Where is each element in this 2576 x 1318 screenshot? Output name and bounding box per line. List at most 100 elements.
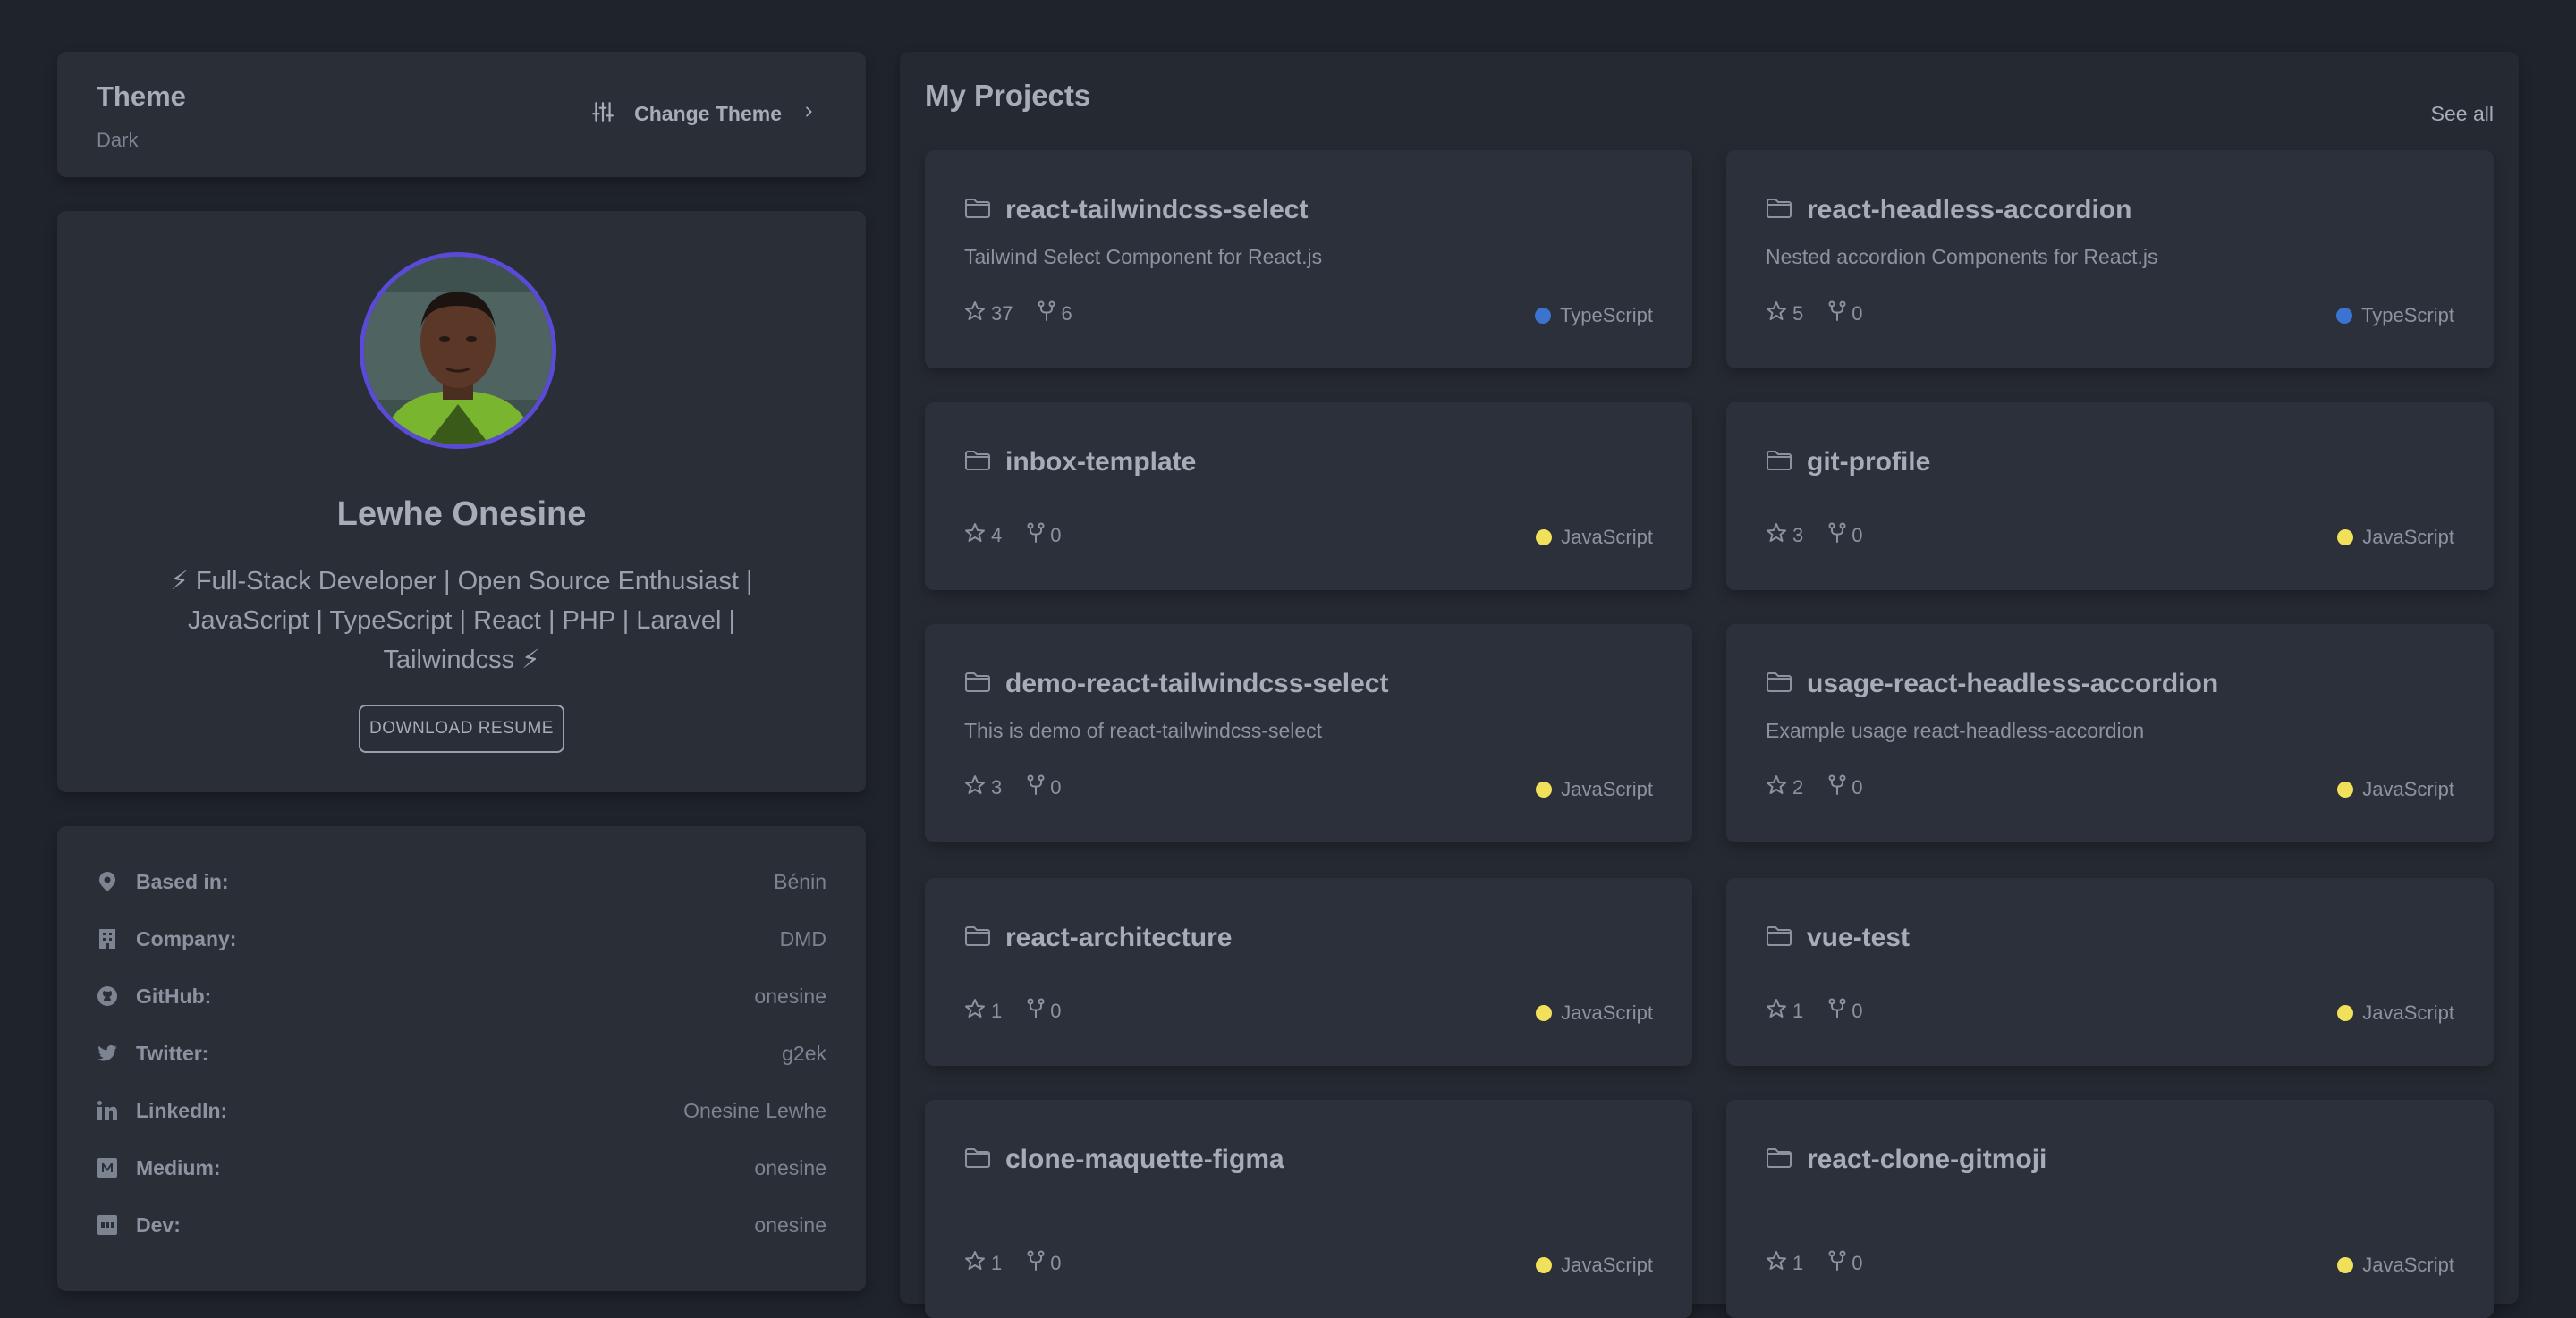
forks-count: 0 bbox=[1027, 774, 1062, 801]
medium-link[interactable]: onesine bbox=[754, 1156, 826, 1180]
project-name: vue-test bbox=[1807, 923, 1911, 952]
star-icon bbox=[964, 774, 986, 801]
language-dot bbox=[2337, 1005, 2354, 1021]
project-card[interactable]: usage-react-headless-accordion Example us… bbox=[1726, 624, 2494, 842]
project-name-row: inbox-template bbox=[964, 447, 1196, 477]
language-label: JavaScript bbox=[2362, 526, 2454, 548]
project-language: JavaScript bbox=[1536, 526, 1653, 549]
change-theme-button[interactable]: Change Theme bbox=[591, 100, 816, 128]
detail-row-location: Based in: Bénin bbox=[97, 864, 826, 900]
star-icon bbox=[1766, 522, 1787, 549]
project-name-row: react-clone-gitmoji bbox=[1766, 1145, 2046, 1175]
project-stats: 30 bbox=[964, 774, 1080, 801]
forks-value: 0 bbox=[1050, 776, 1062, 798]
stars-value: 1 bbox=[991, 1000, 1003, 1022]
folder-icon bbox=[964, 450, 991, 476]
star-icon bbox=[1766, 774, 1787, 801]
profile-name: Lewhe Onesine bbox=[336, 495, 587, 533]
project-name-row: clone-maquette-figma bbox=[964, 1145, 1284, 1175]
project-card[interactable]: demo-react-tailwindcss-select This is dem… bbox=[925, 624, 1692, 842]
project-card[interactable]: react-architecture 1 0 JavaScript bbox=[925, 878, 1692, 1066]
theme-title: Theme bbox=[97, 80, 186, 112]
bio-line: JavaScript | TypeScript | React | PHP | … bbox=[187, 606, 736, 635]
project-card[interactable]: git-profile 3 0 JavaScript bbox=[1726, 402, 2494, 590]
language-label: JavaScript bbox=[1561, 1001, 1653, 1024]
project-name-row: usage-react-headless-accordion bbox=[1766, 669, 2218, 699]
project-name: react-clone-gitmoji bbox=[1807, 1145, 2047, 1174]
folder-icon bbox=[1766, 198, 1792, 224]
forks-value: 0 bbox=[1050, 1000, 1062, 1022]
project-stats: 50 bbox=[1766, 300, 1881, 327]
github-link[interactable]: onesine bbox=[754, 984, 826, 1009]
project-name-row: demo-react-tailwindcss-select bbox=[964, 669, 1388, 699]
dev-link[interactable]: onesine bbox=[754, 1213, 826, 1238]
project-stats: 20 bbox=[1766, 774, 1881, 801]
bio-line: ⚡ Full-Stack Developer | Open Source Ent… bbox=[170, 567, 753, 596]
theme-card: Theme Dark Change Theme bbox=[57, 52, 866, 177]
star-icon bbox=[964, 522, 986, 549]
projects-panel: My Projects See all react-tailwindcss-se… bbox=[900, 52, 2519, 1318]
fork-icon bbox=[1027, 1250, 1045, 1277]
profile-bio: ⚡ Full-Stack Developer | Open Source Ent… bbox=[165, 562, 758, 680]
folder-icon bbox=[964, 925, 991, 951]
star-icon bbox=[964, 1250, 986, 1277]
forks-count: 0 bbox=[1828, 522, 1863, 549]
fork-icon bbox=[1828, 774, 1846, 801]
medium-icon bbox=[97, 1157, 118, 1179]
star-icon bbox=[964, 300, 986, 327]
project-card[interactable]: vue-test 1 0 JavaScript bbox=[1726, 878, 2494, 1066]
project-card[interactable]: react-headless-accordion Nested accordion… bbox=[1726, 150, 2494, 368]
star-icon bbox=[1766, 998, 1787, 1025]
language-dot bbox=[1536, 1005, 1553, 1021]
project-card[interactable]: react-clone-gitmoji 1 0 JavaScript bbox=[1726, 1100, 2494, 1318]
detail-label: Based in: bbox=[136, 869, 229, 893]
project-language: TypeScript bbox=[2336, 304, 2454, 327]
dev-icon bbox=[97, 1214, 118, 1236]
fork-icon bbox=[1828, 998, 1846, 1025]
fork-icon bbox=[1828, 522, 1846, 549]
twitter-link[interactable]: g2ek bbox=[782, 1042, 826, 1066]
folder-icon bbox=[1766, 1147, 1792, 1173]
stars-value: 5 bbox=[1792, 302, 1804, 325]
detail-label: Dev: bbox=[136, 1212, 181, 1237]
forks-value: 0 bbox=[1050, 1252, 1062, 1274]
project-name: inbox-template bbox=[1005, 447, 1197, 477]
forks-count: 0 bbox=[1027, 1250, 1062, 1277]
see-all-link[interactable]: See all bbox=[2431, 102, 2494, 126]
language-label: JavaScript bbox=[2362, 1001, 2454, 1024]
stars-count: 1 bbox=[964, 1250, 1002, 1277]
detail-row-linkedin: LinkedIn: Onesine Lewhe bbox=[97, 1093, 826, 1128]
project-description: Tailwind Select Component for React.js bbox=[964, 245, 1323, 268]
profile-card: Lewhe Onesine ⚡ Full-Stack Developer | O… bbox=[57, 211, 866, 792]
project-card[interactable]: react-tailwindcss-select Tailwind Select … bbox=[925, 150, 1692, 368]
forks-count: 6 bbox=[1038, 300, 1072, 327]
stars-value: 3 bbox=[991, 776, 1003, 798]
forks-count: 0 bbox=[1828, 774, 1863, 801]
linkedin-link[interactable]: Onesine Lewhe bbox=[683, 1099, 826, 1123]
project-card[interactable]: inbox-template 4 0 JavaScript bbox=[925, 402, 1692, 590]
project-stats: 10 bbox=[964, 1250, 1080, 1277]
detail-label: Medium: bbox=[136, 1155, 221, 1179]
project-name-row: react-architecture bbox=[964, 923, 1232, 953]
language-label: JavaScript bbox=[1561, 778, 1653, 800]
stars-count: 5 bbox=[1766, 300, 1803, 327]
project-stats: 10 bbox=[1766, 1250, 1881, 1277]
folder-icon bbox=[964, 672, 991, 697]
project-name-row: git-profile bbox=[1766, 447, 1930, 477]
download-resume-button[interactable]: DOWNLOAD RESUME bbox=[359, 705, 564, 753]
fork-icon bbox=[1027, 998, 1045, 1025]
language-label: JavaScript bbox=[1561, 526, 1653, 548]
forks-value: 0 bbox=[1050, 524, 1062, 546]
location-pin-icon bbox=[97, 871, 118, 892]
project-name-row: vue-test bbox=[1766, 923, 1910, 953]
stars-value: 1 bbox=[991, 1252, 1003, 1274]
stars-count: 1 bbox=[1766, 1250, 1803, 1277]
details-card: Based in: Bénin Company: DMD GitHub: one… bbox=[57, 826, 866, 1291]
forks-count: 0 bbox=[1828, 1250, 1863, 1277]
project-language: JavaScript bbox=[2337, 526, 2454, 549]
forks-count: 0 bbox=[1828, 998, 1863, 1025]
language-dot bbox=[1536, 529, 1553, 545]
project-stats: 10 bbox=[1766, 998, 1881, 1025]
language-dot bbox=[1536, 1257, 1553, 1273]
project-card[interactable]: clone-maquette-figma 1 0 JavaScript bbox=[925, 1100, 1692, 1318]
